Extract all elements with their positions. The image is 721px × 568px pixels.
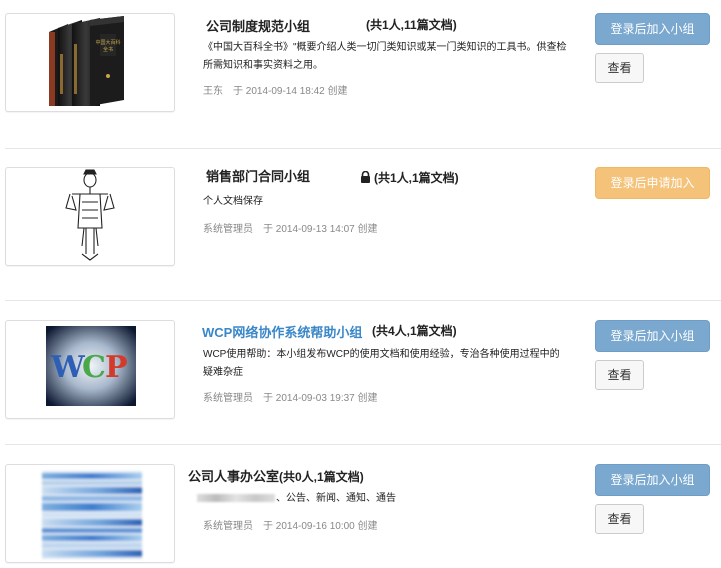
- group-created: 于 2014-09-03 19:37 创建: [263, 393, 378, 404]
- group-stats-text: (共1人,1篇文档): [374, 171, 459, 185]
- svg-text:中国大百科: 中国大百科: [95, 39, 120, 46]
- join-group-button[interactable]: 登录后加入小组: [595, 464, 710, 496]
- group-name[interactable]: 公司制度规范小组: [206, 19, 310, 34]
- group-title[interactable]: 公司制度规范小组: [206, 16, 310, 35]
- join-group-button[interactable]: 登录后加入小组: [595, 320, 710, 352]
- group-description: 、公告、新闻、通知、通告: [197, 490, 563, 508]
- divider: [5, 300, 721, 301]
- wcp-logo-image: W C P: [46, 326, 136, 406]
- group-description: 个人文档保存: [203, 196, 263, 207]
- group-title[interactable]: 销售部门合同小组: [206, 166, 310, 185]
- join-group-button[interactable]: 登录后加入小组: [595, 13, 710, 45]
- group-name[interactable]: 销售部门合同小组: [206, 169, 310, 184]
- sketch-figure-image: [65, 169, 115, 261]
- view-button[interactable]: 查看: [595, 504, 644, 534]
- group-description: 《中国大百科全书》"概要介绍人类一切门类知识或某一门类知识的工具书。供查检所需知…: [203, 42, 567, 71]
- divider: [5, 148, 721, 149]
- group-author: 系统管理员: [203, 521, 253, 532]
- blurred-blue-image: [42, 471, 142, 559]
- group-title[interactable]: WCP网络协作系统帮助小组: [202, 322, 362, 341]
- view-button[interactable]: 查看: [595, 360, 644, 390]
- svg-text:全书: 全书: [103, 46, 113, 53]
- group-meta: 王东于 2014-09-14 18:42 创建: [203, 82, 348, 97]
- divider: [5, 444, 721, 445]
- group-thumbnail[interactable]: [5, 464, 175, 563]
- group-meta: 系统管理员于 2014-09-16 10:00 创建: [203, 517, 378, 532]
- apply-join-button[interactable]: 登录后申请加入: [595, 167, 710, 199]
- group-stats: (共1人,1篇文档): [360, 169, 459, 186]
- group-stats: (共4人,1篇文档): [372, 324, 457, 338]
- group-created: 于 2014-09-13 14:07 创建: [263, 224, 378, 235]
- lock-icon: [361, 171, 370, 183]
- group-title[interactable]: 公司人事办公室(共0人,1篇文档): [188, 466, 364, 485]
- group-description: WCP使用帮助：本小组发布WCP的使用文档和使用经验，专治各种使用过程中的疑难杂…: [203, 349, 560, 378]
- group-author: 王东: [203, 86, 223, 97]
- group-author: 系统管理员: [203, 393, 253, 404]
- group-created: 于 2014-09-16 10:00 创建: [263, 521, 378, 532]
- group-meta: 系统管理员于 2014-09-03 19:37 创建: [203, 389, 378, 404]
- group-thumbnail[interactable]: [5, 167, 175, 266]
- group-description-text: 、公告、新闻、通知、通告: [276, 493, 396, 504]
- svg-text:P: P: [105, 350, 128, 385]
- svg-text:W: W: [50, 350, 86, 385]
- view-button[interactable]: 查看: [595, 53, 644, 83]
- encyclopedia-books-image: 中国大百科 全书: [49, 16, 124, 106]
- group-thumbnail[interactable]: W C P: [5, 320, 175, 419]
- group-author: 系统管理员: [203, 224, 253, 235]
- redacted-text: [197, 494, 275, 503]
- group-name[interactable]: 公司人事办公室: [188, 469, 279, 484]
- group-name[interactable]: WCP网络协作系统帮助小组: [202, 325, 362, 340]
- group-created: 于 2014-09-14 18:42 创建: [233, 86, 348, 97]
- group-stats: (共0人,1篇文档): [279, 470, 364, 484]
- svg-text:C: C: [82, 350, 106, 385]
- group-meta: 系统管理员于 2014-09-13 14:07 创建: [203, 220, 378, 235]
- group-thumbnail[interactable]: 中国大百科 全书: [5, 13, 175, 112]
- group-stats: (共1人,11篇文档): [366, 18, 457, 32]
